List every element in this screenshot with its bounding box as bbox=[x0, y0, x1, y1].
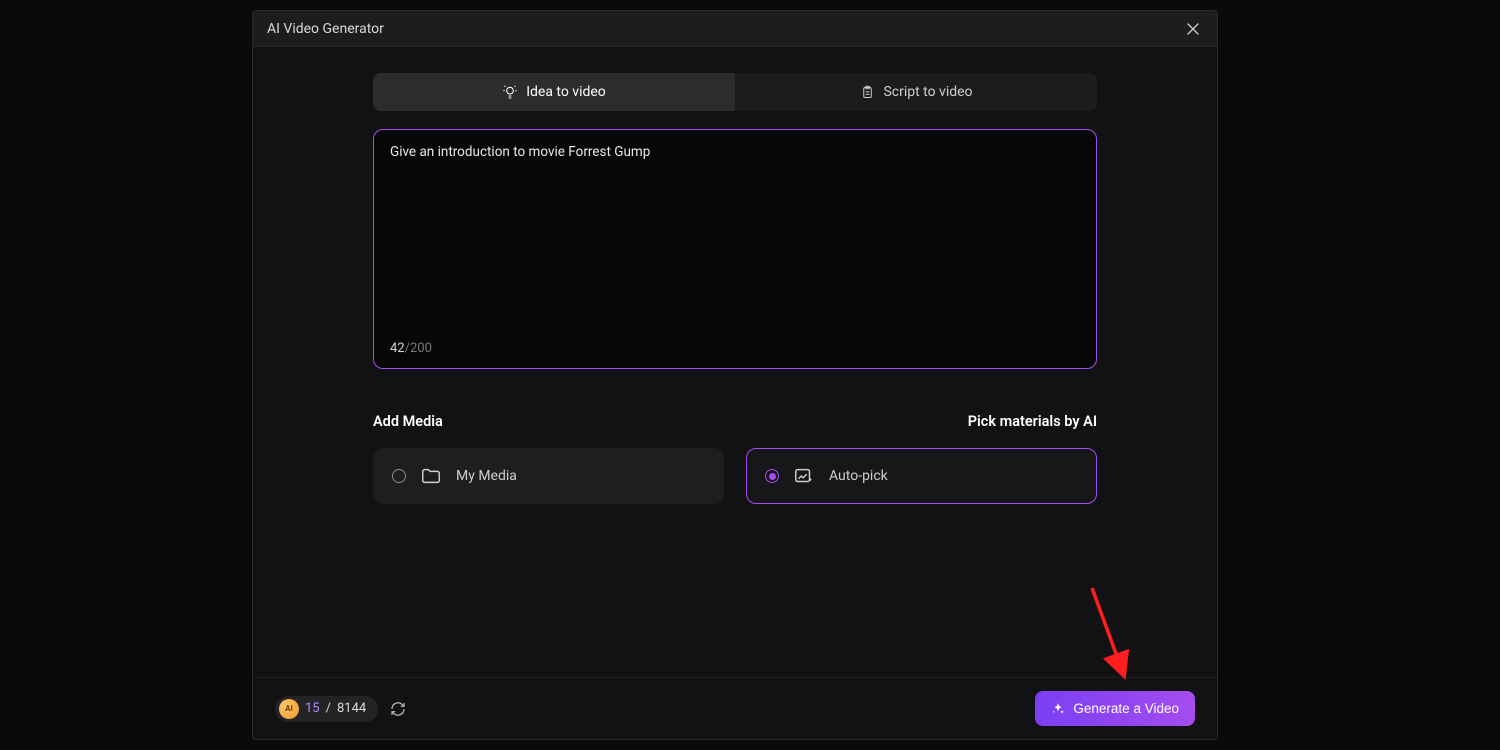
add-media-label: Add Media bbox=[373, 413, 443, 430]
credits-used: 15 bbox=[305, 701, 320, 716]
char-count-max: 200 bbox=[410, 341, 432, 356]
credit-pill[interactable]: AI 15 / 8144 bbox=[275, 696, 378, 722]
folder-icon bbox=[420, 465, 442, 487]
option-label: Auto-pick bbox=[829, 468, 888, 484]
tab-label: Script to video bbox=[883, 84, 972, 100]
close-icon bbox=[1187, 23, 1199, 35]
option-label: My Media bbox=[456, 468, 517, 484]
credits-total: 8144 bbox=[337, 701, 366, 716]
tab-idea-to-video[interactable]: Idea to video bbox=[373, 73, 735, 111]
ai-badge-icon: AI bbox=[279, 699, 299, 719]
char-count-current: 42 bbox=[390, 341, 405, 356]
tab-label: Idea to video bbox=[526, 84, 606, 100]
dialog-titlebar: AI Video Generator bbox=[253, 11, 1217, 47]
ai-video-generator-dialog: AI Video Generator Idea to video Script … bbox=[252, 10, 1218, 740]
dialog-footer: AI 15 / 8144 Generate a Video bbox=[253, 677, 1217, 739]
mode-tabs: Idea to video Script to video bbox=[373, 73, 1097, 111]
image-sparkle-icon bbox=[793, 465, 815, 487]
sparkle-icon bbox=[1051, 702, 1065, 716]
generate-video-button[interactable]: Generate a Video bbox=[1035, 691, 1195, 726]
char-counter: 42/200 bbox=[390, 341, 432, 356]
credits-sep: / bbox=[326, 701, 331, 716]
radio-icon bbox=[765, 469, 779, 483]
tab-script-to-video[interactable]: Script to video bbox=[735, 73, 1097, 111]
generate-label: Generate a Video bbox=[1073, 701, 1179, 716]
dialog-title: AI Video Generator bbox=[267, 21, 384, 37]
clipboard-icon bbox=[859, 84, 875, 100]
media-header: Add Media Pick materials by AI bbox=[373, 413, 1097, 430]
prompt-input[interactable] bbox=[390, 144, 1080, 324]
prompt-box: 42/200 bbox=[373, 129, 1097, 369]
option-auto-pick[interactable]: Auto-pick bbox=[746, 448, 1097, 504]
credits-area: AI 15 / 8144 bbox=[275, 696, 408, 722]
lightbulb-icon bbox=[502, 84, 518, 100]
media-row: My Media Auto-pick bbox=[373, 448, 1097, 504]
option-my-media[interactable]: My Media bbox=[373, 448, 724, 504]
close-button[interactable] bbox=[1183, 19, 1203, 39]
refresh-icon bbox=[390, 701, 406, 717]
dialog-content: Idea to video Script to video 42/200 Add… bbox=[253, 47, 1217, 677]
refresh-button[interactable] bbox=[388, 699, 408, 719]
radio-icon bbox=[392, 469, 406, 483]
pick-by-ai-label: Pick materials by AI bbox=[968, 413, 1097, 430]
